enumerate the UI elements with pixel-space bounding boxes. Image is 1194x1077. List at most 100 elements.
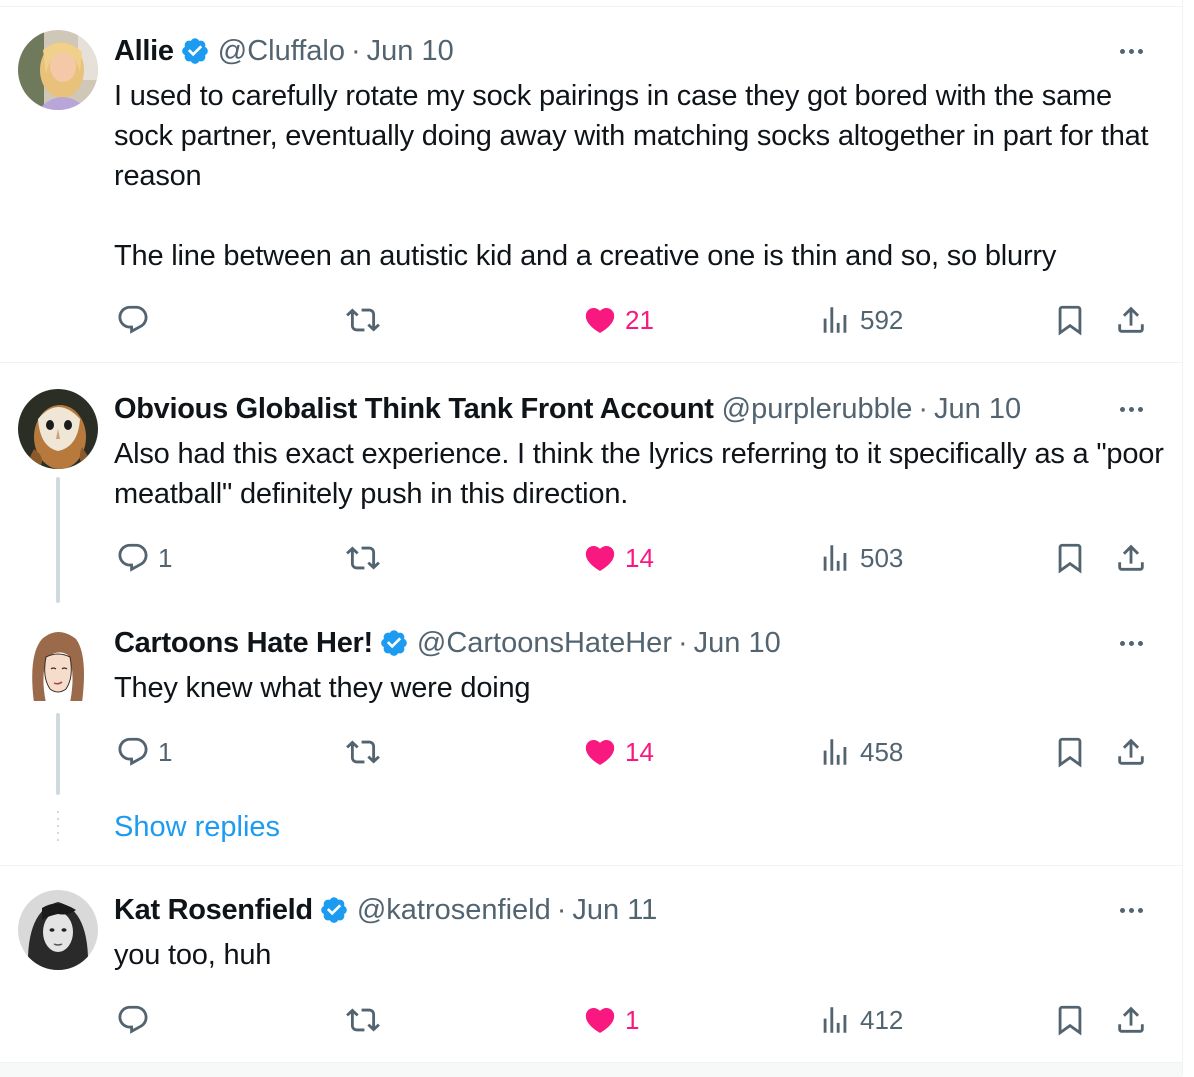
handle[interactable]: @CartoonsHateHer: [417, 627, 672, 660]
reply-icon: [118, 1005, 148, 1034]
retweet-icon: [346, 740, 380, 764]
avatar[interactable]: [18, 890, 98, 970]
view-count: 458: [860, 736, 904, 767]
blonde-woman-avatar-icon: [18, 30, 98, 110]
bookmark-button[interactable]: [1053, 1002, 1087, 1038]
heart-filled-icon: [585, 545, 615, 571]
bookmark-button[interactable]: [1053, 734, 1087, 770]
views-chart-icon: [823, 545, 847, 571]
thread-line: [56, 713, 60, 795]
tweet-header: Allie @Cluffalo · Jun 10: [114, 31, 454, 71]
bookmark-icon: [1058, 305, 1082, 336]
views-chart-icon: [823, 1007, 847, 1033]
thread-dots: [57, 811, 59, 846]
tweet-header: Obvious Globalist Think Tank Front Accou…: [114, 389, 1021, 429]
timestamp[interactable]: Jun 10: [694, 627, 781, 660]
like-button[interactable]: 14: [583, 540, 654, 576]
views-chart-icon: [823, 307, 847, 333]
more-options-icon[interactable]: [1114, 633, 1148, 653]
more-options-icon[interactable]: [1114, 399, 1148, 419]
views-chart-icon: [823, 739, 847, 765]
reply-button[interactable]: 1: [116, 734, 172, 770]
like-count: 21: [625, 304, 654, 335]
verified-badge-icon[interactable]: [180, 36, 210, 66]
like-button[interactable]: 14: [583, 734, 654, 770]
separator: ·: [677, 626, 688, 659]
bookmark-icon: [1058, 737, 1082, 768]
share-icon: [1118, 738, 1144, 765]
view-count: 592: [860, 304, 904, 335]
share-icon: [1118, 1006, 1144, 1033]
more-options-icon[interactable]: [1114, 41, 1148, 61]
views-button[interactable]: 503: [818, 540, 903, 576]
retweet-button[interactable]: [346, 540, 388, 576]
separator: ·: [556, 893, 567, 926]
tweet-header: Cartoons Hate Her! @CartoonsHateHer · Ju…: [114, 623, 781, 663]
tweet-allie[interactable]: Allie @Cluffalo · Jun 10 I used to caref…: [0, 0, 1182, 362]
reply-count: 1: [158, 542, 173, 573]
timestamp[interactable]: Jun 10: [934, 393, 1021, 426]
tweet-text: you too, huh: [114, 939, 272, 971]
separator: ·: [351, 34, 361, 67]
reply-count: 1: [158, 736, 173, 767]
tweet-text: Also had this exact experience. I think …: [114, 438, 1172, 510]
retweet-icon: [346, 546, 380, 570]
views-button[interactable]: 458: [818, 734, 903, 770]
tweet-text: They knew what they were doing: [114, 672, 531, 704]
avatar[interactable]: [18, 625, 94, 701]
verified-badge-icon[interactable]: [379, 628, 409, 658]
timestamp[interactable]: Jun 11: [572, 894, 657, 927]
display-name[interactable]: Obvious Globalist Think Tank Front Accou…: [114, 393, 714, 426]
tweet-purplerubble[interactable]: Obvious Globalist Think Tank Front Accou…: [0, 363, 1182, 603]
reply-icon: [118, 543, 148, 572]
separator: ·: [918, 392, 928, 425]
tweet-katrosenfield[interactable]: Kat Rosenfield @katrosenfield · Jun 11 y…: [0, 866, 1182, 1062]
heart-filled-icon: [585, 1007, 615, 1033]
retweet-button[interactable]: [346, 734, 388, 770]
share-button[interactable]: [1114, 734, 1148, 770]
verified-badge-icon[interactable]: [319, 895, 349, 925]
tweet-cartoonshateher[interactable]: Cartoons Hate Her! @CartoonsHateHer · Ju…: [0, 603, 1182, 865]
bottom-divider: [0, 1062, 1182, 1077]
drawn-woman-avatar-icon: [18, 625, 94, 701]
bookmark-icon: [1058, 543, 1082, 574]
heart-filled-icon: [585, 739, 615, 765]
like-button[interactable]: 1: [583, 1002, 639, 1038]
share-button[interactable]: [1114, 302, 1148, 338]
thread-line: [56, 477, 60, 603]
reply-button[interactable]: [116, 302, 158, 338]
show-replies-link[interactable]: Show replies: [114, 811, 280, 844]
bw-portrait-avatar-icon: [18, 890, 98, 970]
share-button[interactable]: [1114, 540, 1148, 576]
right-border: [1182, 0, 1183, 1076]
retweet-icon: [346, 1008, 380, 1032]
barn-owl-avatar-icon: [18, 389, 98, 469]
handle[interactable]: @purplerubble: [722, 393, 913, 426]
tweet-text: I used to carefully rotate my sock pairi…: [114, 80, 1149, 272]
timestamp[interactable]: Jun 10: [367, 35, 454, 68]
views-button[interactable]: 592: [818, 302, 903, 338]
reply-button[interactable]: [116, 1002, 158, 1038]
avatar[interactable]: [18, 389, 98, 469]
display-name[interactable]: Kat Rosenfield: [114, 894, 313, 927]
views-button[interactable]: 412: [818, 1002, 903, 1038]
reply-button[interactable]: 1: [116, 540, 172, 576]
handle[interactable]: @Cluffalo: [218, 35, 345, 68]
display-name[interactable]: Cartoons Hate Her!: [114, 627, 373, 660]
retweet-button[interactable]: [346, 1002, 388, 1038]
retweet-icon: [346, 308, 380, 332]
like-button[interactable]: 21: [583, 302, 654, 338]
handle[interactable]: @katrosenfield: [357, 894, 551, 927]
retweet-button[interactable]: [346, 302, 388, 338]
bookmark-button[interactable]: [1053, 540, 1087, 576]
view-count: 503: [860, 542, 904, 573]
reply-icon: [118, 737, 148, 766]
share-icon: [1118, 306, 1144, 333]
share-button[interactable]: [1114, 1002, 1148, 1038]
like-count: 1: [625, 1004, 640, 1035]
like-count: 14: [625, 542, 654, 573]
more-options-icon[interactable]: [1114, 900, 1148, 920]
avatar[interactable]: [18, 30, 98, 110]
bookmark-button[interactable]: [1053, 302, 1087, 338]
display-name[interactable]: Allie: [114, 35, 174, 68]
